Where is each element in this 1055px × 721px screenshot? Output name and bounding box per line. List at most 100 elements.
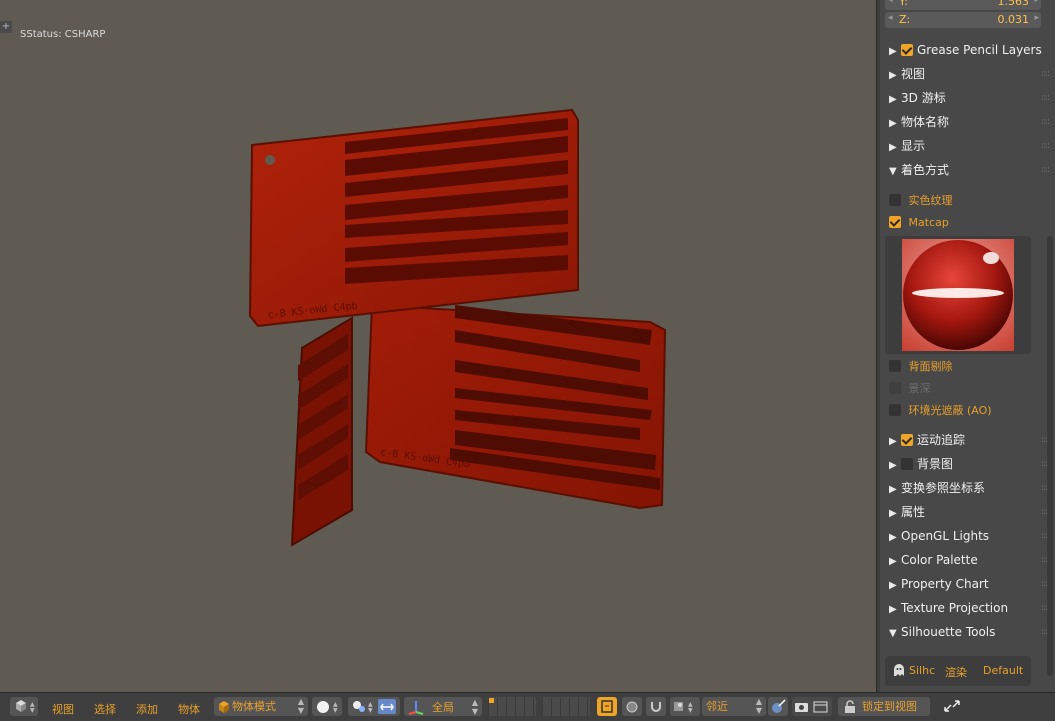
drag-grip-icon[interactable]: :::: <box>1041 112 1050 132</box>
y-label: Y: <box>899 0 908 8</box>
section-silhouette-tools[interactable]: ▼ Silhouette Tools:::: <box>889 622 1050 642</box>
fullscreen-arrows-icon <box>944 700 960 712</box>
properties-shelf[interactable]: ◂ Y: 1.563 ▸ ◂ Z: 0.031 ▸ ▶ Grease Pencil… <box>876 0 1055 692</box>
expand-arrow-icon: ▶ <box>889 46 897 57</box>
solid-texture-option[interactable]: 实色纹理 <box>889 192 953 210</box>
mode-dropdown[interactable]: 物体模式 ▲ ▼ <box>214 697 308 716</box>
axis-gizmo-icon <box>408 701 424 715</box>
pivot-manipulator-group[interactable]: ▲ ▼ <box>348 697 400 716</box>
snap-target-dropdown[interactable]: 邻近 ▲ ▼ <box>702 697 766 716</box>
menu-add[interactable]: 添加 <box>136 701 158 717</box>
section-label: Silhouette Tools <box>901 625 996 639</box>
section-color-palette[interactable]: ▶ Color Palette:::: <box>889 550 1050 570</box>
section-view[interactable]: ▶ 视图:::: <box>889 64 1050 84</box>
menu-view[interactable]: 视图 <box>52 701 74 717</box>
drag-grip-icon[interactable]: :::: <box>1041 88 1050 108</box>
3d-viewport[interactable]: + SStatus: CSHARP c-B KS·oWd C4pb c-B KS… <box>0 0 876 692</box>
backface-culling-checkbox[interactable] <box>889 360 901 372</box>
collapse-arrow-icon: ▼ <box>889 166 897 177</box>
section-properties[interactable]: ▶ 属性:::: <box>889 502 1050 522</box>
section-motion-tracking[interactable]: ▶ 运动追踪:::: <box>889 430 1050 450</box>
matcap-sphere-icon <box>902 239 1014 351</box>
menu-select[interactable]: 选择 <box>94 701 116 717</box>
snap-element-selector[interactable]: ▲ ▼ <box>670 697 700 716</box>
silhouette-tab[interactable]: Silhc <box>909 664 935 677</box>
section-label: 变换参照坐标系 <box>901 481 986 495</box>
proportional-editing-button[interactable] <box>622 697 642 716</box>
z-label: Z: <box>899 13 911 26</box>
solid-sphere-icon: ▲▼ <box>317 701 338 714</box>
ambient-occlusion-option[interactable]: 环境光遮蔽 (AO) <box>889 402 992 420</box>
layer-buttons-group-2[interactable] <box>542 697 590 716</box>
section-label: 显示 <box>901 139 926 153</box>
z-value: 0.031 <box>997 13 1030 26</box>
expand-arrow-icon: ▶ <box>889 118 897 129</box>
expand-arrow-icon: ▶ <box>889 556 897 567</box>
backface-culling-option[interactable]: 背面剔除 <box>889 358 953 376</box>
section-3d-cursor[interactable]: ▶ 3D 游标:::: <box>889 88 1050 108</box>
matcap-option[interactable]: Matcap <box>889 214 949 232</box>
section-label: 视图 <box>901 67 926 81</box>
section-object-name[interactable]: ▶ 物体名称:::: <box>889 112 1050 132</box>
viewport-shading-selector[interactable]: ▲ ▼ <box>312 697 342 716</box>
section-label: 着色方式 <box>901 163 950 177</box>
mode-label: 物体模式 <box>232 700 276 713</box>
fullscreen-button[interactable] <box>940 697 964 716</box>
section-transform-orientations[interactable]: ▶ 变换参照坐标系:::: <box>889 478 1050 498</box>
active-layer-icon <box>489 698 494 703</box>
expand-arrow-icon: ▶ <box>889 604 897 615</box>
section-opengl-lights[interactable]: ▶ OpenGL Lights:::: <box>889 526 1050 546</box>
collapse-arrow-icon: ▼ <box>889 628 897 639</box>
snap-target-label: 邻近 <box>706 700 728 713</box>
layer-buttons-group-1[interactable] <box>488 697 536 716</box>
snap-toggle-button[interactable] <box>646 697 666 716</box>
drag-grip-icon[interactable]: :::: <box>1041 160 1050 180</box>
expand-arrow-icon: ▶ <box>889 580 897 591</box>
expand-arrow-icon: ▶ <box>889 70 897 81</box>
option-label: 环境光遮蔽 (AO) <box>908 404 992 417</box>
cursor-z-field[interactable]: ◂ Z: 0.031 ▸ <box>885 12 1041 28</box>
align-rotation-button[interactable] <box>768 697 788 716</box>
section-property-chart[interactable]: ▶ Property Chart:::: <box>889 574 1050 594</box>
lock-to-view-button[interactable]: 锁定到视图 <box>838 697 930 716</box>
section-background-images[interactable]: ▶ 背景图:::: <box>889 454 1050 474</box>
lock-camera-layers-button[interactable] <box>597 697 617 716</box>
ambient-occlusion-checkbox[interactable] <box>889 404 901 416</box>
section-shading[interactable]: ▼ 着色方式:::: <box>889 160 1050 180</box>
lock-icon <box>845 700 855 713</box>
expand-arrow-icon: ▶ <box>889 532 897 543</box>
editor-type-selector[interactable]: ▲ ▼ <box>10 697 38 716</box>
svg-text:▼: ▼ <box>333 707 338 714</box>
camera-icon <box>795 701 828 713</box>
drag-grip-icon[interactable]: :::: <box>1041 64 1050 84</box>
default-tab[interactable]: Default <box>983 664 1023 677</box>
panel-resize-edge[interactable] <box>877 0 880 692</box>
solid-texture-checkbox[interactable] <box>889 194 901 206</box>
drag-grip-icon[interactable]: :::: <box>1041 136 1050 156</box>
section-texture-projection[interactable]: ▶ Texture Projection:::: <box>889 598 1050 618</box>
section-label: Grease Pencil Layers <box>917 43 1042 57</box>
option-label: 实色纹理 <box>908 194 953 207</box>
background-images-checkbox[interactable] <box>901 458 913 470</box>
increment-icon[interactable]: ▸ <box>1034 13 1039 23</box>
decrement-icon[interactable]: ◂ <box>888 13 893 23</box>
section-display[interactable]: ▶ 显示:::: <box>889 136 1050 156</box>
section-grease-pencil-layers[interactable]: ▶ Grease Pencil Layers <box>889 40 1042 60</box>
lockpick-card-model[interactable]: c-B KS·oWd C4pb c-B KS·oWd C4pb <box>0 0 876 692</box>
svg-text:▼: ▼ <box>368 707 373 714</box>
matcap-preview[interactable] <box>885 236 1031 354</box>
panel-scrollbar[interactable] <box>1047 236 1053 676</box>
transform-orientation-dropdown[interactable]: 全局 ▲ ▼ <box>404 697 482 716</box>
matcap-checkbox[interactable] <box>889 216 901 228</box>
menu-object[interactable]: 物体 <box>178 701 200 717</box>
cursor-y-field[interactable]: ◂ Y: 1.563 ▸ <box>885 0 1041 10</box>
layer-lock-icon <box>601 700 613 713</box>
render-tab[interactable]: 渲染 <box>945 664 967 680</box>
motion-tracking-checkbox[interactable] <box>901 434 913 446</box>
grease-pencil-checkbox[interactable] <box>901 44 913 56</box>
decrement-icon[interactable]: ◂ <box>888 0 893 5</box>
updown-arrows-icon: ▲ ▼ <box>471 698 478 716</box>
render-buttons-group[interactable] <box>792 697 832 716</box>
section-label: Texture Projection <box>901 601 1009 615</box>
increment-icon[interactable]: ▸ <box>1034 0 1039 5</box>
